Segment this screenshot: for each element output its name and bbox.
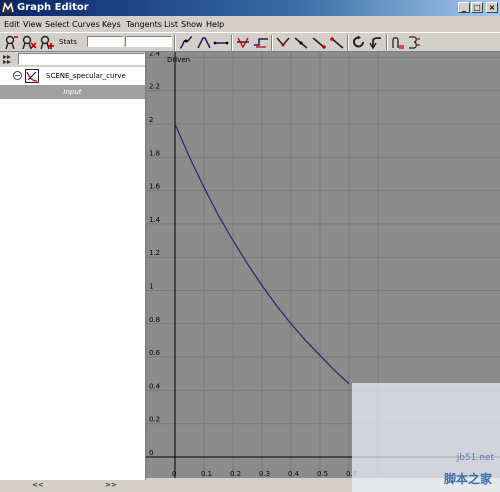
y-tick-label: 1.2 — [149, 249, 160, 257]
tick-labels: 2.4 2.2 2 1.8 1.6 1.4 1.2 1 0.8 0.6 0.4 0.2 0 0 0.1 0.2… — [149, 52, 358, 478]
flat-tangent-icon[interactable] — [235, 35, 251, 50]
curve-name-label: SCENE_specular_curve — [46, 72, 126, 80]
x-tick-label: 0.2 — [230, 470, 241, 478]
filter-row — [0, 52, 145, 67]
swap-buffer-icon[interactable] — [406, 35, 422, 50]
driven-axis-label: Driven — [167, 56, 190, 64]
spline-tangent-icon[interactable] — [178, 35, 194, 50]
menu-select[interactable]: Select — [45, 20, 70, 29]
menu-curves[interactable]: Curves — [72, 20, 100, 29]
anim-curve-node-icon — [25, 69, 39, 83]
toolbar-separator — [271, 35, 273, 51]
toolbar-separator — [231, 35, 233, 51]
insert-key-icon[interactable] — [21, 35, 37, 50]
y-tick-label: 0.4 — [149, 382, 161, 390]
outliner-filter-input[interactable] — [18, 53, 145, 65]
toolbar-separator — [386, 35, 388, 51]
unify-tangent-icon[interactable] — [311, 35, 327, 50]
minimize-button[interactable]: _ — [458, 2, 470, 13]
menu-view[interactable]: View — [23, 20, 42, 29]
add-key-icon[interactable] — [39, 35, 55, 50]
watermark-site-name: 脚本之家 — [443, 472, 492, 486]
toolbar: Stats — [0, 32, 500, 52]
menu-list[interactable]: List — [164, 20, 178, 29]
linear-tangent-icon[interactable] — [213, 35, 229, 50]
undo-icon[interactable] — [368, 35, 384, 50]
title-bar: Graph Editor _ □ × — [0, 0, 500, 16]
x-tick-label: 0 — [172, 470, 176, 478]
y-tick-label: 0.2 — [149, 416, 160, 424]
clamped-tangent-icon[interactable] — [196, 35, 212, 50]
menu-keys[interactable]: Keys — [102, 20, 121, 29]
close-button[interactable]: × — [486, 2, 498, 13]
step-tangent-icon[interactable] — [253, 35, 269, 50]
y-tick-label: 2.2 — [149, 83, 160, 91]
cycle-icon[interactable] — [351, 35, 367, 50]
x-tick-label: 0.3 — [259, 470, 270, 478]
x-tick-label: 0.4 — [288, 470, 300, 478]
outliner-panel: − SCENE_specular_curve Input — [0, 52, 146, 480]
y-tick-label: 1.8 — [149, 149, 160, 157]
menu-help[interactable]: Help — [206, 20, 224, 29]
move-key-icon[interactable] — [3, 35, 19, 50]
toolbar-separator — [174, 35, 176, 51]
scroll-right-arrows[interactable]: >> — [105, 481, 117, 489]
break-tangent-icon[interactable] — [293, 35, 309, 50]
plateau-tangent-icon[interactable] — [275, 35, 291, 50]
x-tick-label: 0.1 — [201, 470, 212, 478]
toolbar-separator — [347, 35, 349, 51]
menu-tangents[interactable]: Tangents — [126, 20, 162, 29]
collapse-toggle[interactable]: − — [13, 71, 22, 80]
menu-show[interactable]: Show — [181, 20, 203, 29]
curve-list-item[interactable]: − SCENE_specular_curve — [0, 69, 145, 84]
scroll-left-arrows[interactable]: << — [32, 481, 44, 489]
stats-field-1[interactable] — [87, 36, 124, 47]
stats-field-2[interactable] — [125, 36, 172, 47]
maya-app-icon — [2, 2, 14, 14]
input-attribute-row[interactable]: Input — [0, 85, 145, 99]
stats-label: Stats — [59, 38, 77, 46]
y-tick-label: 0.8 — [149, 316, 160, 324]
y-tick-label: 1.4 — [149, 216, 161, 224]
buffer-curve-icon[interactable] — [390, 35, 406, 50]
y-tick-label: 0 — [149, 449, 153, 457]
y-tick-label: 2 — [149, 116, 153, 124]
menu-edit[interactable]: Edit — [4, 20, 20, 29]
x-tick-label: 0.5 — [317, 470, 328, 478]
expand-arrows-icon[interactable] — [2, 53, 16, 65]
watermark-url: jb51.net — [456, 453, 494, 463]
y-tick-label: 1 — [149, 283, 153, 291]
maximize-button[interactable]: □ — [471, 2, 483, 13]
window-title: Graph Editor — [17, 2, 89, 13]
y-tick-label: 0.6 — [149, 349, 161, 357]
free-tangent-weight-icon[interactable] — [329, 35, 345, 50]
y-tick-label: 1.6 — [149, 183, 161, 191]
y-tick-label: 2.4 — [149, 52, 161, 57]
menu-bar: Edit View Select Curves Keys Tangents Li… — [0, 17, 500, 32]
